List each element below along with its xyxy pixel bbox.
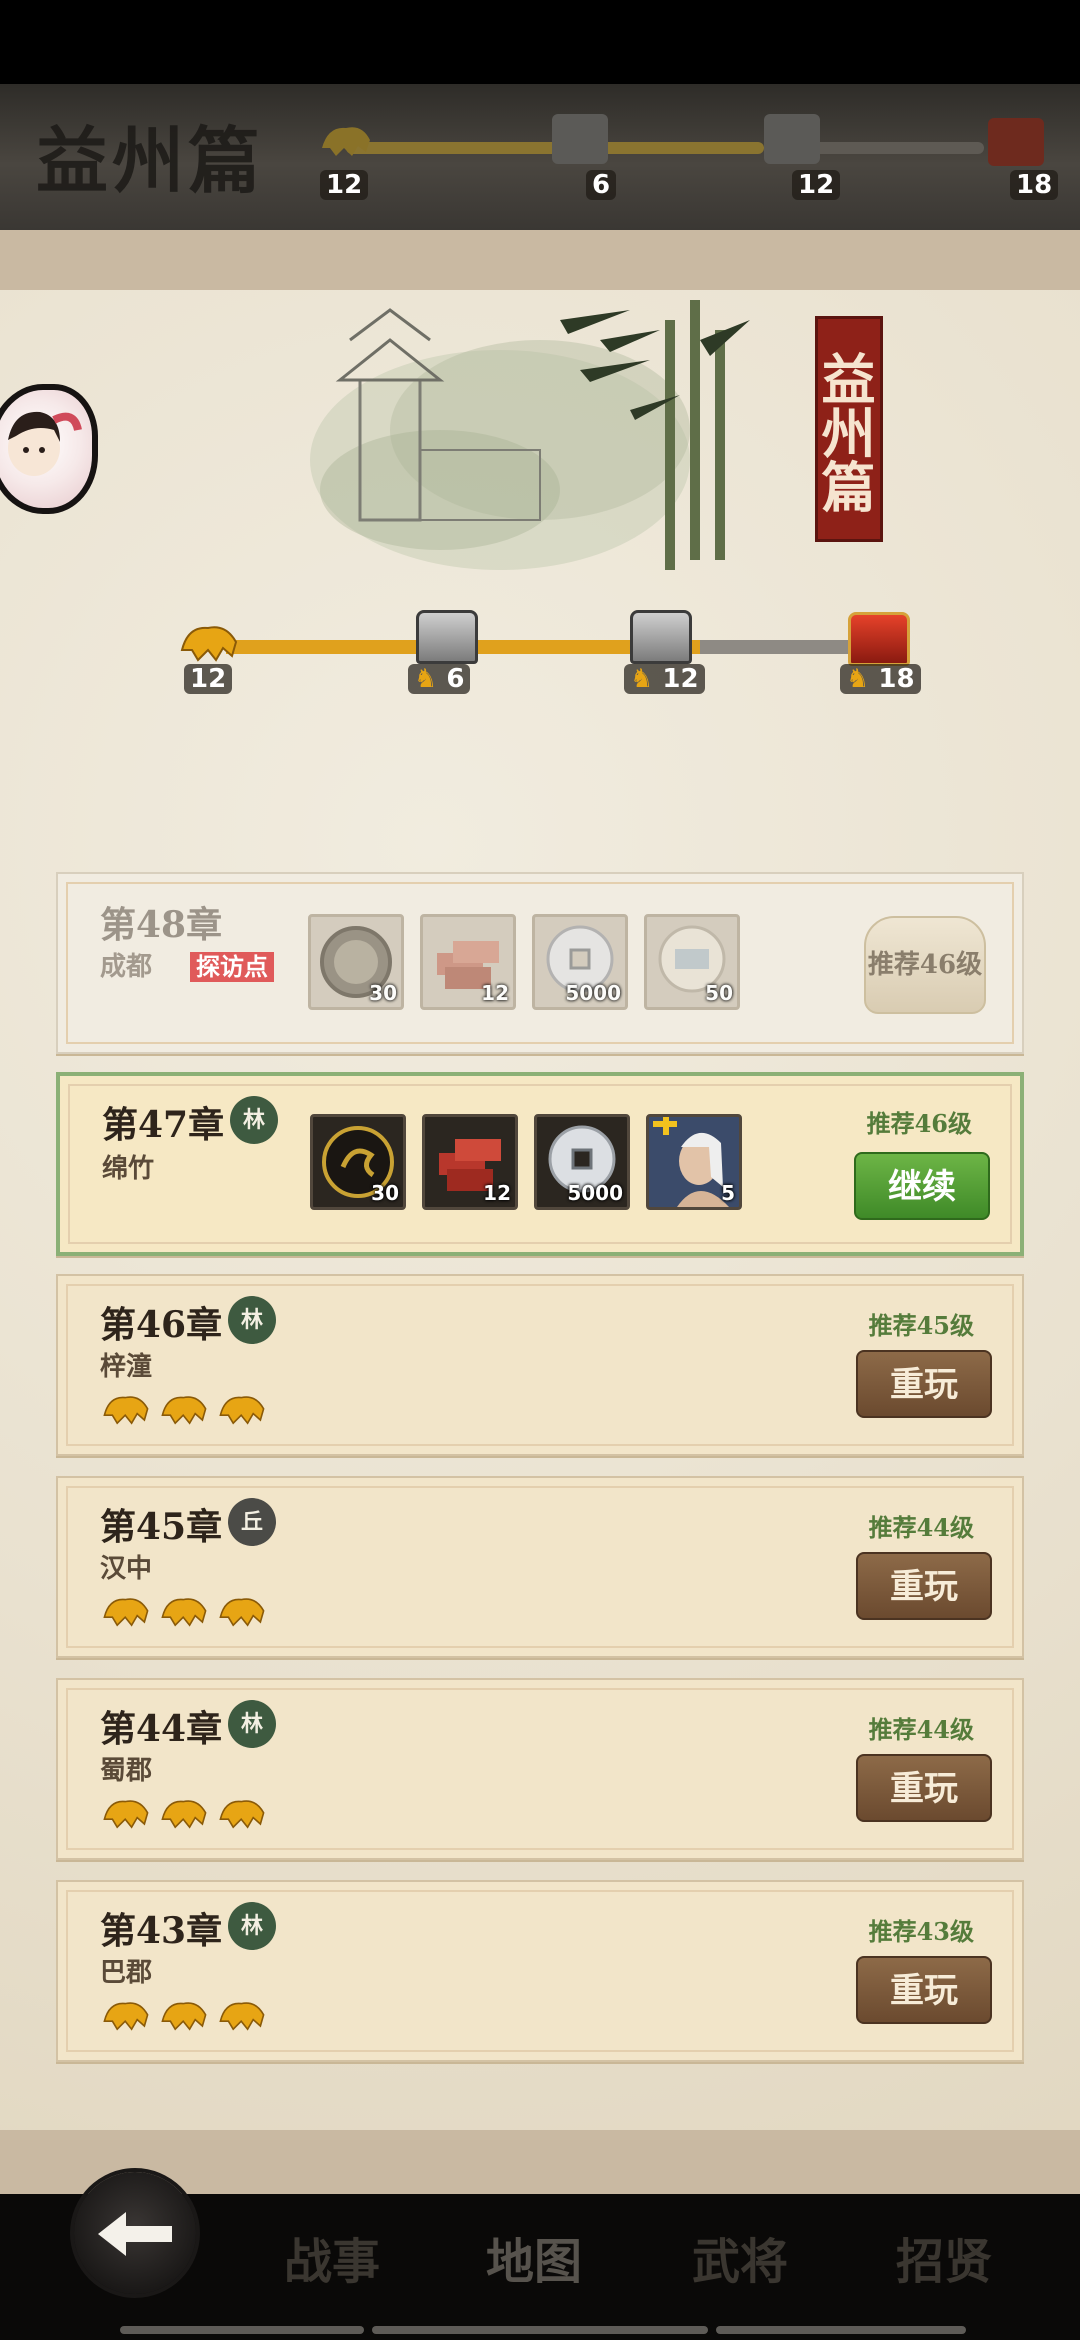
top-banner: 益州篇 12 6 12 18 — [0, 84, 1080, 230]
star-rating — [100, 1590, 268, 1634]
star-rating — [100, 1994, 268, 2038]
reward-coin-emblem[interactable]: 30 — [310, 1114, 406, 1210]
red-chest-icon[interactable] — [848, 612, 910, 666]
chapter-location: 巴郡 — [100, 1958, 153, 1988]
terrain-badge: 林 — [228, 1902, 276, 1950]
chapter-location: 梓潼 — [100, 1352, 153, 1382]
silver-chest-icon[interactable] — [630, 610, 692, 664]
milestone-label: ♞ 18 — [840, 664, 921, 694]
banner-milestone-label: 18 — [1010, 170, 1059, 200]
tab-recruit[interactable]: 招贤 — [896, 2222, 992, 2292]
tab-map[interactable]: 地图 — [486, 2222, 582, 2292]
chapter-title: 第48章 — [100, 904, 223, 946]
tab-battle[interactable]: 战事 — [284, 2222, 380, 2292]
chapter-location: 汉中 — [100, 1554, 153, 1584]
girl-portrait-icon — [8, 411, 82, 476]
reward-bricks[interactable]: 12 — [422, 1114, 518, 1210]
chapter-card-44[interactable]: 第44章 林 蜀郡 推荐44级 重玩 — [56, 1678, 1024, 1860]
banner-start-label: 12 — [320, 170, 369, 200]
recommended-level-lock: 推荐46级 — [864, 916, 986, 1014]
visit-point-tag: 探访点 — [190, 952, 274, 982]
chapter-title: 第46章 — [100, 1304, 223, 1346]
tiger-icon — [219, 1598, 265, 1627]
chapter-title: 第47章 — [102, 1104, 225, 1146]
continue-button[interactable]: 继续 — [854, 1152, 990, 1220]
chapter-card-47[interactable]: 第47章 林 绵竹 30 12 5000 5 推荐46级 继续 — [56, 1072, 1024, 1256]
star-rating — [100, 1792, 268, 1836]
red-chest-icon — [988, 118, 1044, 166]
home-indicator — [120, 2326, 364, 2334]
replay-button[interactable]: 重玩 — [856, 1754, 992, 1822]
terrain-badge: 林 — [228, 1296, 276, 1344]
tiger-icon — [161, 1598, 207, 1627]
chapter-card-46[interactable]: 第46章 林 梓潼 推荐45级 重玩 — [56, 1274, 1024, 1456]
chapter-title: 第45章 — [100, 1506, 223, 1548]
status-bar — [0, 0, 1080, 84]
recommended-level: 推荐46级 — [866, 1109, 972, 1138]
tiger-icon — [180, 626, 238, 662]
chapter-title: 第43章 — [100, 1910, 223, 1952]
ink-painting — [310, 300, 750, 570]
background-strip — [0, 230, 1080, 290]
silver-chest-icon[interactable] — [416, 610, 478, 664]
reward-copper-coin[interactable]: 5000 — [532, 914, 628, 1010]
reward-scroll-coin[interactable]: 50 — [644, 914, 740, 1010]
tiger-icon — [103, 2002, 149, 2031]
tiger-icon — [219, 2002, 265, 2031]
reward-copper-coin[interactable]: 5000 — [534, 1114, 630, 1210]
banner-progress-filled — [346, 142, 564, 154]
banner-title: 益州篇 — [36, 118, 265, 203]
tiger-icon — [161, 1396, 207, 1425]
replay-button[interactable]: 重玩 — [856, 1552, 992, 1620]
terrain-badge: 林 — [228, 1700, 276, 1748]
replay-button[interactable]: 重玩 — [856, 1956, 992, 2024]
tiger-icon — [103, 1396, 149, 1425]
recommended-level: 推荐43级 — [868, 1917, 974, 1946]
chapter-location: 蜀郡 — [100, 1756, 153, 1786]
banner-milestone-label: 6 — [586, 170, 617, 200]
reward-bricks[interactable]: 12 — [420, 914, 516, 1010]
home-indicator — [372, 2326, 708, 2334]
terrain-badge: 林 — [230, 1096, 278, 1144]
chapter-card-43[interactable]: 第43章 林 巴郡 推荐43级 重玩 — [56, 1880, 1024, 2062]
banner-milestone-label: 12 — [792, 170, 841, 200]
recommended-level: 推荐44级 — [868, 1513, 974, 1542]
silver-chest-icon — [552, 114, 608, 164]
terrain-badge: 丘 — [228, 1498, 276, 1546]
chapter-card-45[interactable]: 第45章 丘 汉中 推荐44级 重玩 — [56, 1476, 1024, 1658]
arrow-left-icon — [98, 2212, 172, 2256]
home-indicator — [716, 2326, 966, 2334]
tiger-icon — [322, 127, 370, 156]
back-button[interactable] — [74, 2172, 196, 2294]
tiger-icon — [161, 1800, 207, 1829]
chapter-seal-title: 益州篇 — [812, 316, 883, 542]
tiger-icon — [103, 1598, 149, 1627]
chapter-location: 绵竹 — [102, 1154, 155, 1184]
recommended-level: 推荐45级 — [868, 1311, 974, 1340]
tiger-icon — [219, 1800, 265, 1829]
silver-chest-icon — [764, 114, 820, 164]
reward-coin-emblem[interactable]: 30 — [308, 914, 404, 1010]
chapter-card-48[interactable]: 第48章 成都 探访点 30 12 5000 50 推荐46级 — [56, 872, 1024, 1054]
tiger-icon — [161, 2002, 207, 2031]
chapter-location: 成都 — [100, 952, 153, 982]
tiger-icon — [219, 1396, 265, 1425]
milestone-label: ♞ 12 — [624, 664, 705, 694]
progress-start-label: 12 — [184, 664, 233, 694]
tab-generals[interactable]: 武将 — [692, 2222, 788, 2292]
tiger-icon — [103, 1800, 149, 1829]
recommended-level: 推荐44级 — [868, 1715, 974, 1744]
replay-button[interactable]: 重玩 — [856, 1350, 992, 1418]
advisor-avatar[interactable] — [0, 384, 98, 514]
star-rating — [100, 1388, 268, 1432]
reward-general-fragment[interactable]: 5 — [646, 1114, 742, 1210]
milestone-label: ♞ 6 — [408, 664, 471, 694]
chapter-title: 第44章 — [100, 1708, 223, 1750]
